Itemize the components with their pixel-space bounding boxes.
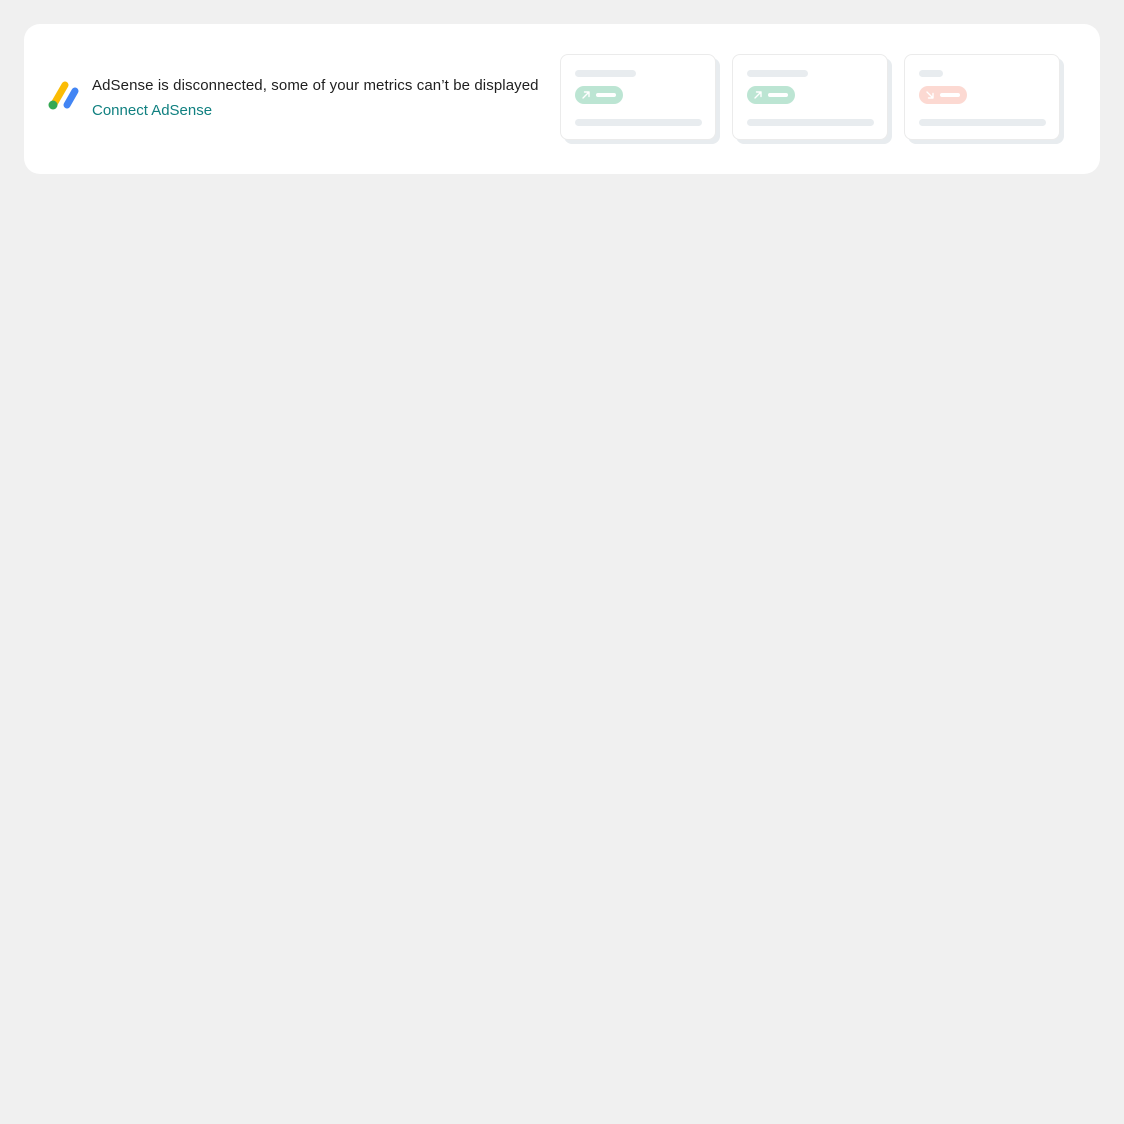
connect-adsense-link[interactable]: Connect AdSense bbox=[92, 101, 212, 121]
tile-card bbox=[560, 54, 716, 140]
tile-footer-placeholder bbox=[747, 119, 874, 126]
adsense-disconnected-banner: AdSense is disconnected, some of your me… bbox=[24, 24, 1100, 174]
arrow-down-right-icon bbox=[926, 91, 934, 99]
trend-value-placeholder bbox=[768, 93, 788, 97]
tile-card bbox=[732, 54, 888, 140]
tile-title-placeholder bbox=[919, 70, 943, 77]
metric-preview-tile bbox=[732, 54, 892, 144]
arrow-up-right-icon bbox=[754, 91, 762, 99]
tile-footer-placeholder bbox=[575, 119, 702, 126]
tile-card bbox=[904, 54, 1060, 140]
tile-footer-placeholder bbox=[919, 119, 1046, 126]
banner-text: AdSense is disconnected, some of your me… bbox=[92, 76, 539, 121]
trend-value-placeholder bbox=[940, 93, 960, 97]
disconnected-message: AdSense is disconnected, some of your me… bbox=[92, 77, 539, 94]
tile-title-placeholder bbox=[575, 70, 636, 77]
arrow-up-right-icon bbox=[582, 91, 590, 99]
trend-badge-up bbox=[747, 86, 795, 104]
metric-preview-tile bbox=[560, 54, 720, 144]
trend-value-placeholder bbox=[596, 93, 616, 97]
adsense-logo-icon bbox=[48, 81, 79, 110]
trend-badge-down bbox=[919, 86, 967, 104]
tile-title-placeholder bbox=[747, 70, 808, 77]
metric-preview-tile bbox=[904, 54, 1064, 144]
trend-badge-up bbox=[575, 86, 623, 104]
